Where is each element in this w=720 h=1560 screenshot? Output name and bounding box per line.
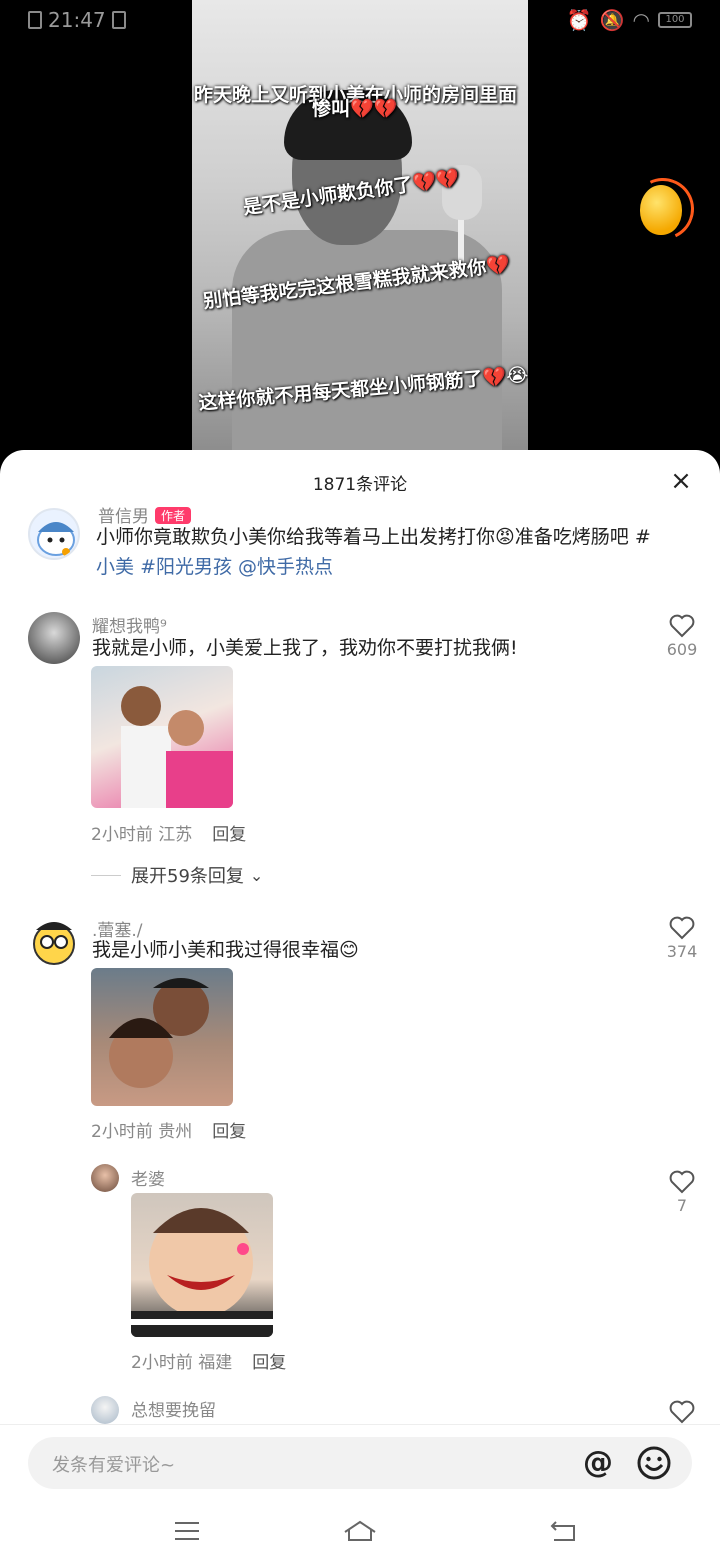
video-player[interactable]: 昨天晚上又听到小美在小师的房间里面 惨叫💔💔 是不是小师欺负你了💔💔 别怕等我吃… [192,0,528,452]
heart-icon [669,916,695,940]
avatar[interactable] [28,612,80,664]
comment-text: 我就是小师，小美爱上我了，我劝你不要打扰我俩! [92,637,518,659]
reply-button[interactable]: 回复 [212,1122,246,1142]
selfie-photo [109,978,209,1088]
close-button[interactable]: × [666,466,696,496]
reply-sticker-photo[interactable] [131,1193,273,1337]
hashtag-link[interactable]: 小美 [96,556,134,578]
cartoon-avatar-icon [37,522,75,556]
status-time: 21:47 [48,8,106,32]
reply-button[interactable]: 回复 [212,825,246,845]
divider [91,874,121,876]
like-button[interactable]: 7 [662,1170,702,1215]
laughing-child-sticker [131,1208,273,1337]
avatar[interactable] [91,1164,119,1192]
comment-meta: 2小时前 江苏 回复 [91,825,247,845]
heart-icon [669,1170,695,1194]
comment-photo[interactable] [91,968,233,1106]
comment-count-title: 1871条评论 [312,475,408,495]
like-button[interactable] [662,1400,702,1426]
reply-button[interactable]: 回复 [252,1353,286,1373]
back-icon[interactable] [548,1518,578,1544]
avatar[interactable] [91,1396,119,1424]
like-button[interactable]: 374 [662,916,702,961]
mention-button[interactable]: @ [580,1445,616,1481]
battery-icon: 100 [658,12,692,28]
author-comment-text: 小师你竟敢欺负小美你给我等着马上出发拷打你😡准备吃烤肠吧 # 小美 #阳光男孩 … [96,526,651,578]
avatar[interactable] [28,916,80,968]
cartoon-face-avatar-icon [33,922,75,965]
emoji-button[interactable] [636,1445,672,1481]
like-count: 609 [666,640,698,659]
couple-photo [121,686,233,808]
reply-username[interactable]: 老婆 [131,1165,165,1190]
comment-input-placeholder: 发条有爱评论~ [52,1455,176,1476]
like-count: 374 [666,942,698,961]
system-nav-bar [0,1504,720,1560]
comment-sheet: 1871条评论 × 普信男 作者 小师你竟敢欺负小美你给我等着马上出发拷打你😡准备… [0,450,720,1560]
comment-input-bar: 发条有爱评论~ @ [0,1424,720,1504]
comment-meta: 2小时前 贵州 回复 [91,1122,247,1142]
alarm-icon: ⏰ [566,8,592,32]
wifi-icon: ◠ [632,8,650,32]
comment-text: 我是小师小美和我过得很幸福😊 [92,939,359,961]
chevron-down-icon: ⌄ [249,865,264,885]
expand-replies-button[interactable]: 展开59条回复 ⌄ [91,862,263,888]
hashtag-link[interactable]: #阳光男孩 [140,556,232,578]
reply-username[interactable]: 总想要挽留 [131,1396,216,1421]
comment-input[interactable]: 发条有爱评论~ @ [28,1437,692,1489]
golden-egg-icon[interactable] [640,185,682,235]
menu-icon[interactable] [172,1518,202,1544]
mute-icon: 🔕 [599,8,625,32]
home-icon[interactable] [342,1518,378,1544]
comment-photo[interactable] [91,666,233,808]
like-count: 7 [676,1196,688,1215]
heart-icon [669,1400,695,1424]
sim-off-icon [28,11,42,29]
heart-icon [669,614,695,638]
avatar[interactable] [28,508,80,560]
mention-link[interactable]: @快手热点 [238,556,333,578]
reply-meta: 2小时前 福建 回复 [131,1353,287,1373]
smiley-icon [637,1446,671,1480]
video-caption: 惨叫💔💔 [312,98,398,120]
download-icon [111,11,126,29]
like-button[interactable]: 609 [662,614,702,659]
